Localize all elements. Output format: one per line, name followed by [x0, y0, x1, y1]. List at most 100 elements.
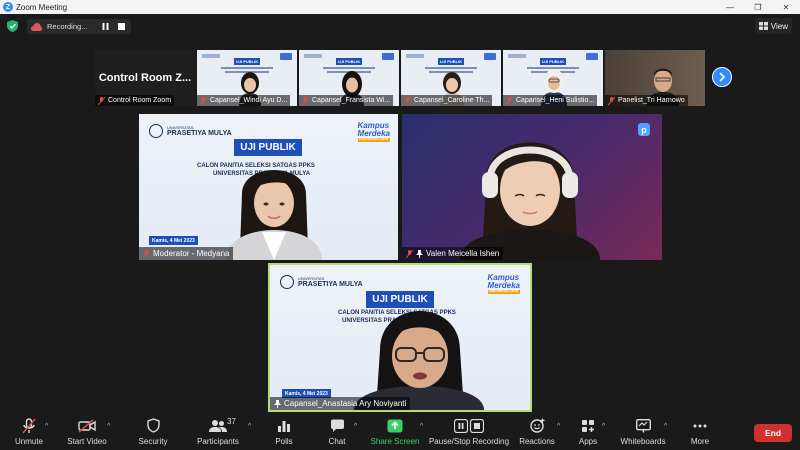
kampus-merdeka-logo: Kampus Merdeka INDONESIA JAYA: [357, 121, 390, 142]
view-label: View: [770, 21, 788, 31]
slide-km-logo: [280, 53, 292, 60]
reactions-button[interactable]: Reactions: [518, 412, 556, 450]
reactions-options-caret[interactable]: ^: [557, 423, 560, 430]
slide-km-logo: [484, 53, 496, 60]
participant-tile-heni[interactable]: UJI PUBLIK Capansel_Heni Sulistio...: [503, 50, 603, 106]
meeting-controls-toolbar: Unmute ^ Start Video ^ Security 37 Parti…: [0, 412, 800, 450]
video-tile-valen[interactable]: p Valen Meicella Ishen: [402, 114, 662, 260]
video-tile-anastasia[interactable]: UNIVERSITAS PRASETIYA MULYA Kampus Merdeka…: [268, 263, 532, 412]
participant-name-bar: Capansel_Heni Sulistio...: [503, 95, 598, 106]
participant-name: Panelist_Tri Harnowo: [618, 97, 685, 104]
maximize-button[interactable]: ❐: [744, 0, 772, 14]
share-screen-icon: [387, 419, 403, 432]
apps-icon: [582, 419, 594, 432]
view-button[interactable]: View: [754, 18, 792, 34]
mic-off-icon: [22, 417, 36, 434]
university-logo: UNIVERSITAS PRASETIYA MULYA: [280, 275, 363, 289]
slide-banner: UJI PUBLIK: [336, 58, 362, 65]
end-meeting-button[interactable]: End: [754, 424, 792, 442]
participant-name-bar: Panelist_Tri Harnowo: [605, 95, 688, 106]
pause-stop-recording-button[interactable]: Pause/Stop Recording: [429, 412, 509, 450]
shield-icon[interactable]: [7, 20, 18, 32]
slide-banner: UJI PUBLIK: [234, 58, 260, 65]
security-button[interactable]: Security: [134, 412, 172, 450]
whiteboards-button[interactable]: Whiteboards: [620, 412, 666, 450]
participant-name-bar: Moderator - Medyana: [139, 247, 234, 260]
apps-options-caret[interactable]: ^: [602, 423, 605, 430]
participant-name: Capansel_Caroline Th...: [414, 97, 490, 104]
participant-name: Control Room Zoom: [108, 97, 172, 104]
share-screen-label: Share Screen: [370, 436, 420, 446]
mic-off-icon: [98, 96, 105, 105]
mic-off-icon: [143, 249, 150, 258]
slide-logo: [304, 54, 322, 58]
start-video-label: Start Video: [67, 436, 107, 446]
participant-name-bar: Capansel_Fransista Wi...: [299, 95, 394, 106]
start-video-button[interactable]: Start Video: [64, 412, 110, 450]
slide-banner: UJI PUBLIK: [438, 58, 464, 65]
participant-name-bar: Control Room Zoom: [95, 95, 175, 106]
next-page-button[interactable]: [712, 67, 732, 87]
unmute-button[interactable]: Unmute: [10, 412, 48, 450]
participants-options-caret[interactable]: ^: [248, 423, 251, 430]
mic-off-icon: [404, 96, 411, 105]
slide-logo: [508, 54, 526, 58]
window-title: Zoom Meeting: [16, 2, 68, 12]
more-label: More: [690, 436, 710, 446]
share-options-caret[interactable]: ^: [420, 423, 423, 430]
chat-label: Chat: [328, 436, 346, 446]
participant-name: Capansel_Windi Ayu D...: [210, 97, 288, 104]
whiteboards-icon: [635, 418, 651, 432]
participant-strip: Control Room Z... Control Room Zoom UJI …: [95, 50, 705, 106]
minimize-button[interactable]: —: [716, 0, 744, 14]
participant-tile-caroline[interactable]: UJI PUBLIK Capansel_Caroline Th...: [401, 50, 501, 106]
whiteboards-options-caret[interactable]: ^: [664, 423, 667, 430]
participants-count: 37: [227, 416, 236, 426]
more-button[interactable]: More: [688, 412, 712, 450]
participant-name-bar: Capansel_Caroline Th...: [401, 95, 493, 106]
cloud-record-icon: [31, 22, 42, 31]
participant-tile-fransista[interactable]: UJI PUBLIK Capansel_Fransista Wi...: [299, 50, 399, 106]
pin-icon: [416, 249, 423, 258]
stop-icon[interactable]: [116, 22, 126, 32]
participant-name: Capansel_Anastasia Ary Noviyanti: [284, 399, 407, 408]
chat-options-caret[interactable]: ^: [354, 423, 357, 430]
chat-icon: [330, 419, 344, 432]
close-window-button[interactable]: ✕: [772, 0, 800, 14]
participant-tile-control-room[interactable]: Control Room Z... Control Room Zoom: [95, 50, 195, 106]
security-shield-icon: [146, 418, 160, 433]
slide-logo: [202, 54, 220, 58]
participant-tile-windi[interactable]: UJI PUBLIK Capansel_Windi Ayu D...: [197, 50, 297, 106]
participant-name-bar: Capansel_Windi Ayu D...: [197, 95, 291, 106]
video-tile-moderator[interactable]: UNIVERSITAS PRASETIYA MULYA Kampus Merdeka…: [139, 114, 398, 260]
participant-name-bar: Capansel_Anastasia Ary Noviyanti: [270, 397, 411, 410]
slide-logo: [406, 54, 424, 58]
zoom-logo-icon: Z: [3, 2, 13, 12]
participant-tile-tri-harnowo[interactable]: Panelist_Tri Harnowo: [605, 50, 705, 106]
pause-stop-recording-icon: [454, 418, 484, 433]
more-icon: [693, 424, 707, 427]
recording-indicator[interactable]: Recording...: [27, 19, 131, 34]
pause-icon[interactable]: [100, 22, 110, 32]
security-label: Security: [138, 436, 168, 446]
polls-button[interactable]: Polls: [270, 412, 298, 450]
slide-km-logo: [586, 53, 598, 60]
zoom-meeting-window: Z Zoom Meeting — ❐ ✕ Recording... View C…: [0, 0, 800, 450]
share-screen-button[interactable]: Share Screen: [370, 412, 420, 450]
university-logo: UNIVERSITAS PRASETIYA MULYA: [149, 124, 232, 138]
slide-km-logo: [382, 53, 394, 60]
whiteboards-label: Whiteboards: [620, 436, 666, 446]
participants-button[interactable]: 37 Participants: [196, 412, 240, 450]
audio-options-caret[interactable]: ^: [45, 423, 48, 430]
kampus-merdeka-logo: Kampus Merdeka INDONESIA JAYA: [487, 273, 520, 294]
video-options-caret[interactable]: ^: [107, 423, 110, 430]
polls-icon: [278, 420, 290, 432]
apps-button[interactable]: Apps: [576, 412, 600, 450]
mic-off-icon: [506, 96, 513, 105]
participant-video: [354, 311, 484, 410]
grid-view-icon: [758, 22, 768, 30]
chat-button[interactable]: Chat: [324, 412, 350, 450]
brand-logo: p: [638, 123, 650, 136]
unmute-label: Unmute: [14, 436, 43, 446]
participant-name: Capansel_Fransista Wi...: [312, 97, 391, 104]
